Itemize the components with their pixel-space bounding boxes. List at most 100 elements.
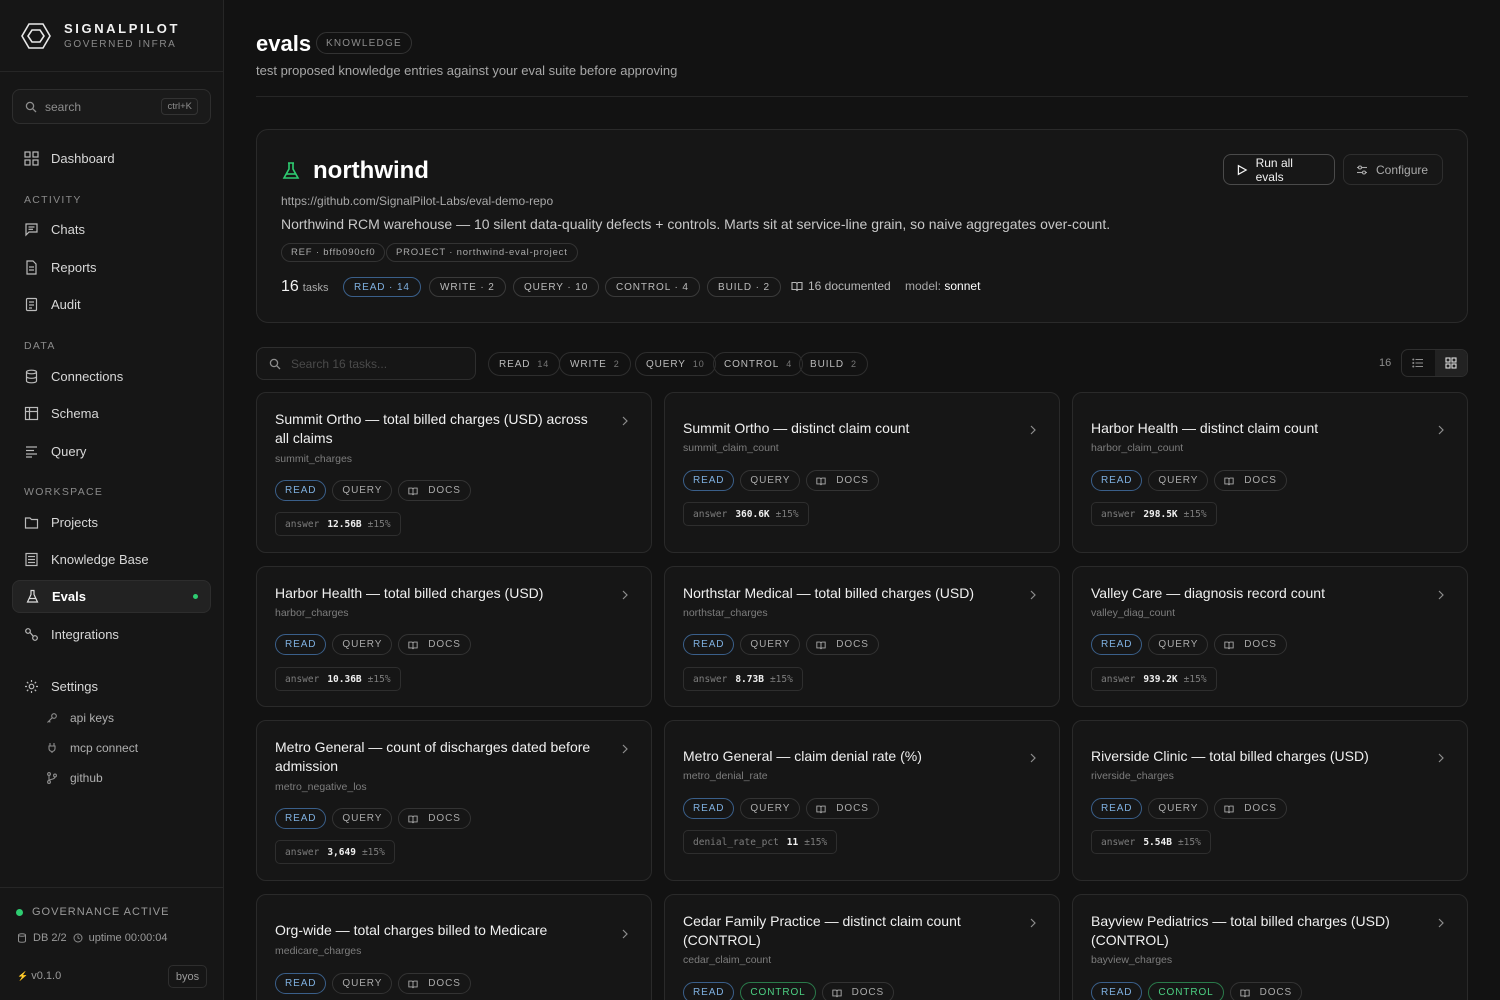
task-slug: riverside_charges bbox=[1091, 770, 1174, 782]
filter-chip-read[interactable]: READ 14 bbox=[488, 352, 561, 376]
chevron-right-icon[interactable] bbox=[1029, 587, 1037, 605]
section-activity: ACTIVITY bbox=[24, 194, 82, 206]
page-subtitle: test proposed knowledge entries against … bbox=[256, 63, 678, 78]
sidebar-subitem-label: github bbox=[70, 771, 103, 785]
query-lines-icon bbox=[26, 446, 37, 458]
chevron-right-icon[interactable] bbox=[1437, 915, 1445, 933]
task-tags: READ CONTROL DOCS bbox=[683, 982, 895, 1000]
sidebar-subitem-api-keys[interactable]: api keys bbox=[46, 711, 114, 725]
task-slug: northstar_charges bbox=[683, 607, 768, 619]
sidebar-subitem-github[interactable]: github bbox=[46, 771, 103, 785]
task-title: Org-wide — total charges billed to Medic… bbox=[275, 922, 548, 938]
sidebar-item-query[interactable]: Query bbox=[12, 435, 211, 468]
task-title: Harbor Health — distinct claim count bbox=[1091, 420, 1319, 436]
main-content: evals KNOWLEDGE test proposed knowledge … bbox=[224, 0, 1500, 1000]
sidebar-item-label: Reports bbox=[51, 260, 97, 275]
filter-chip-build[interactable]: BUILD 2 bbox=[799, 352, 868, 376]
tag-docs: DOCS bbox=[821, 982, 895, 1000]
play-icon bbox=[1237, 164, 1248, 175]
filter-chip-query[interactable]: QUERY 10 bbox=[635, 352, 716, 376]
count-badge-write: WRITE · 2 bbox=[429, 277, 506, 297]
task-slug: cedar_claim_count bbox=[683, 954, 772, 966]
task-card[interactable]: Valley Care — diagnosis record count vall… bbox=[1072, 566, 1468, 707]
sidebar-item-schema[interactable]: Schema bbox=[12, 397, 211, 430]
tag-query: QUERY bbox=[332, 480, 393, 501]
task-search-placeholder: Search 16 tasks... bbox=[291, 356, 388, 371]
sidebar-item-connections[interactable]: Connections bbox=[12, 360, 211, 393]
tag-label: READ bbox=[285, 639, 317, 650]
project-repo-url[interactable]: https://github.com/SignalPilot-Labs/eval… bbox=[281, 194, 553, 208]
task-card[interactable]: Cedar Family Practice — distinct claim c… bbox=[664, 894, 1060, 1000]
list-view-button[interactable] bbox=[1402, 350, 1435, 376]
task-card[interactable]: Northstar Medical — total billed charges… bbox=[664, 566, 1060, 707]
book-icon bbox=[1224, 640, 1239, 650]
task-card[interactable]: Metro General — count of discharges date… bbox=[256, 720, 652, 881]
task-card[interactable]: Summit Ortho — total billed charges (USD… bbox=[256, 392, 652, 553]
grid-view-button[interactable] bbox=[1434, 350, 1467, 376]
sidebar-item-knowledge-base[interactable]: Knowledge Base bbox=[12, 543, 211, 576]
count-badge-query: QUERY · 10 bbox=[513, 277, 600, 297]
sidebar-item-evals[interactable]: Evals bbox=[12, 580, 211, 613]
model-info: model: sonnet bbox=[905, 279, 980, 293]
task-card[interactable]: Bayview Pediatrics — total billed charge… bbox=[1072, 894, 1468, 1000]
sidebar-item-label: Chats bbox=[51, 222, 85, 237]
task-slug: medicare_charges bbox=[275, 945, 362, 957]
answer-key: answer bbox=[1101, 508, 1136, 520]
database-icon bbox=[25, 369, 38, 384]
tag-read: READ bbox=[683, 982, 735, 1000]
sidebar-subitem-mcp-connect[interactable]: mcp connect bbox=[46, 741, 138, 755]
tag-label: DOCS bbox=[836, 475, 869, 486]
chevron-right-icon[interactable] bbox=[1029, 915, 1037, 933]
chevron-right-icon[interactable] bbox=[621, 413, 629, 431]
search-icon bbox=[269, 358, 281, 369]
task-card[interactable]: Metro General — claim denial rate (%) met… bbox=[664, 720, 1060, 881]
filter-chip-write[interactable]: WRITE 2 bbox=[559, 352, 631, 376]
chevron-right-icon[interactable] bbox=[1437, 422, 1445, 440]
expected-answer: answer 298.5K ±15% bbox=[1091, 502, 1217, 526]
chevron-right-icon[interactable] bbox=[1437, 750, 1445, 768]
sidebar-item-reports[interactable]: Reports bbox=[12, 251, 211, 284]
sidebar-item-settings[interactable]: Settings bbox=[12, 670, 211, 703]
governance-status: GOVERNANCE ACTIVE bbox=[16, 906, 169, 918]
tag-label: QUERY bbox=[750, 639, 791, 650]
task-tags: READ QUERY DOCS bbox=[683, 470, 879, 491]
tag-label: DOCS bbox=[1244, 803, 1277, 814]
answer-value: 10.36B bbox=[327, 673, 362, 685]
tag-label: DOCS bbox=[836, 639, 869, 650]
task-card[interactable]: Harbor Health — total billed charges (US… bbox=[256, 566, 652, 707]
task-search-input[interactable]: Search 16 tasks... bbox=[256, 347, 476, 380]
book-icon bbox=[408, 486, 423, 496]
byos-badge[interactable]: byos bbox=[168, 965, 207, 988]
filter-chip-label: CONTROL bbox=[724, 358, 780, 370]
sidebar-item-audit[interactable]: Audit bbox=[12, 288, 211, 321]
task-card[interactable]: Org-wide — total charges billed to Medic… bbox=[256, 894, 652, 1000]
chevron-right-icon[interactable] bbox=[1437, 587, 1445, 605]
task-slug: bayview_charges bbox=[1091, 954, 1173, 966]
sidebar-item-chats[interactable]: Chats bbox=[12, 213, 211, 246]
answer-tolerance: ±15% bbox=[775, 508, 799, 520]
result-count: 16 bbox=[1379, 357, 1392, 369]
brand[interactable]: SIGNALPILOT GOVERNED INFRA bbox=[0, 0, 223, 72]
task-card[interactable]: Riverside Clinic — total billed charges … bbox=[1072, 720, 1468, 881]
chevron-right-icon[interactable] bbox=[1029, 750, 1037, 768]
task-tags: READ QUERY DOCS bbox=[1091, 634, 1287, 655]
configure-button[interactable]: Configure bbox=[1343, 154, 1443, 185]
gear-icon bbox=[25, 680, 38, 693]
sidebar-item-dashboard[interactable]: Dashboard bbox=[12, 142, 211, 175]
sidebar-item-projects[interactable]: Projects bbox=[12, 506, 211, 539]
tag-label: DOCS bbox=[1244, 639, 1277, 650]
task-card[interactable]: Summit Ortho — distinct claim count summi… bbox=[664, 392, 1060, 553]
sidebar-search[interactable]: search ctrl+K bbox=[12, 89, 211, 124]
task-tags: READ QUERY DOCS bbox=[275, 808, 471, 829]
chevron-right-icon[interactable] bbox=[621, 587, 629, 605]
filter-chip-control[interactable]: CONTROL 4 bbox=[713, 352, 804, 376]
folder-icon bbox=[24, 517, 39, 529]
task-card[interactable]: Harbor Health — distinct claim count harb… bbox=[1072, 392, 1468, 553]
sidebar-item-integrations[interactable]: Integrations bbox=[12, 618, 211, 651]
chevron-right-icon[interactable] bbox=[621, 741, 629, 759]
chevron-right-icon[interactable] bbox=[1029, 422, 1037, 440]
sidebar-item-label: Knowledge Base bbox=[51, 552, 149, 567]
expected-answer: answer 5.54B ±15% bbox=[1091, 830, 1211, 854]
chevron-right-icon[interactable] bbox=[621, 926, 629, 944]
run-all-evals-button[interactable]: Run all evals bbox=[1223, 154, 1335, 185]
